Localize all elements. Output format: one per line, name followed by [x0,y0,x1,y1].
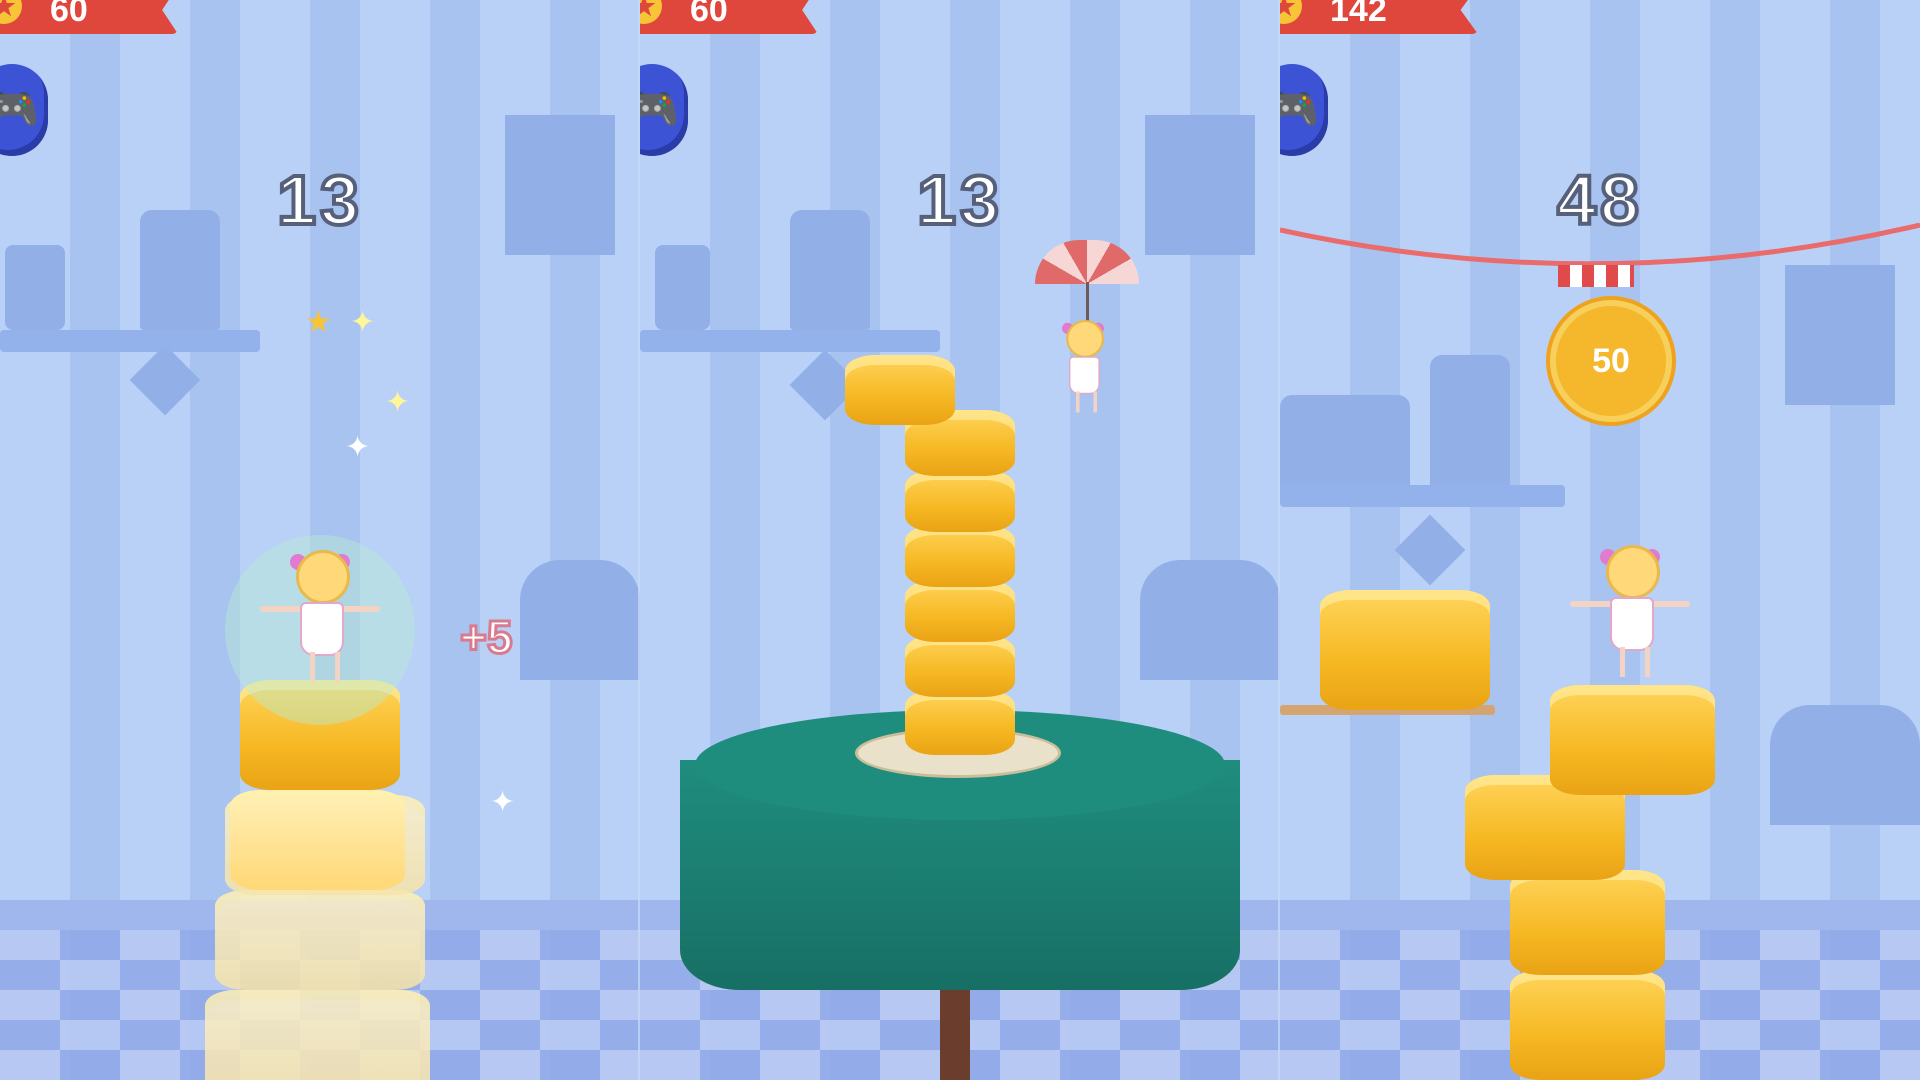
star-coin-icon: ★ [640,0,662,24]
sparkle: ✦ [385,385,411,420]
kitchen-shelf [1280,485,1565,507]
score-counter: 13 [275,159,363,241]
gamepad-icon: 🎮 [640,84,680,135]
sparkle: ✦ [345,430,371,465]
player-character [1062,320,1104,418]
panel-1: ★ 60 🎮 13 +5 ★ ✦ ✦ ✦ ✦ [0,0,640,1080]
score-counter: 13 [915,159,1003,241]
star-coin-icon: ★ [1280,0,1302,24]
coin-counter: ★ 60 [0,0,178,34]
coin-counter: ★ 60 [640,0,818,34]
game-screenshot-collage: ★ 60 🎮 13 +5 ★ ✦ ✦ ✦ ✦ ★ 60 🎮 13 ★ 142 🎮… [0,0,1920,1080]
medal-value: 50 [1592,342,1630,380]
coin-count: 60 [690,0,728,29]
blender-silhouette [1430,355,1510,495]
stacked-cake [905,580,1015,642]
panel-3: ★ 142 🎮 48 50 [1280,0,1920,1080]
player-character [1570,545,1690,685]
coin-count: 142 [1330,0,1387,29]
jar-silhouette [5,245,65,330]
stacked-cake [905,470,1015,532]
coin-counter: ★ 142 [1280,0,1478,34]
gamepad-icon: 🎮 [1280,84,1320,135]
stacked-cake [905,525,1015,587]
medal: 50 [1550,300,1672,422]
side-cake [1320,590,1490,710]
stacked-cake [1550,685,1715,795]
stacked-cake [905,635,1015,697]
finish-rope [1280,222,1920,267]
stacked-cake [230,790,405,890]
kitchen-shelf [640,330,940,352]
gamepad-icon: 🎮 [0,84,40,135]
falling-cake [845,355,955,425]
kitchen-shelf [0,330,260,352]
kettle-silhouette [1770,705,1920,825]
jar-silhouette [655,245,710,330]
star-sparkle: ★ [305,305,332,340]
panel-2: ★ 60 🎮 13 [640,0,1280,1080]
player-character [260,550,380,690]
stacked-cake [905,690,1015,755]
stacked-cake [1510,870,1665,975]
sparkle: ✦ [490,785,516,820]
sparkle: ✦ [350,305,376,340]
kettle-silhouette [520,560,640,680]
star-coin-icon: ★ [0,0,22,24]
bonus-popup: +5 [458,610,513,665]
kettle-silhouette [1140,560,1280,680]
medal-ribbon [1558,265,1634,287]
stacked-cake [1510,970,1665,1080]
ghost-cake [205,990,430,1080]
coin-count: 60 [50,0,88,29]
ghost-cake [215,890,425,990]
